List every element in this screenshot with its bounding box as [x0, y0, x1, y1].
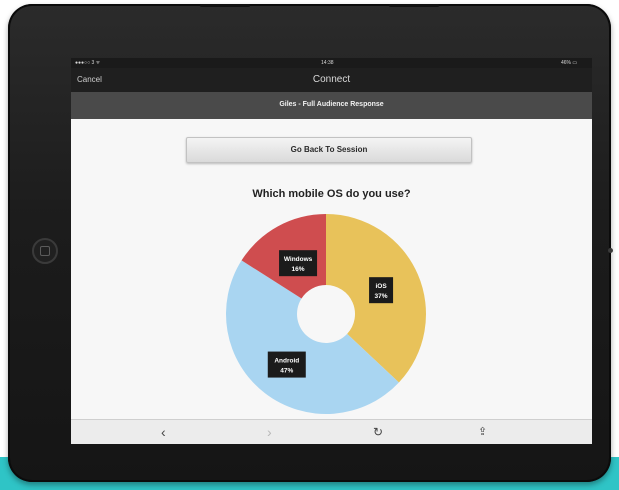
os-pie-chart: iOS 37% Android 47% Windows 16%: [226, 214, 426, 414]
navigation-bar: Cancel Connect: [71, 68, 592, 92]
power-button: [389, 4, 439, 7]
pie-label-android: Android 47%: [267, 351, 306, 378]
pie-label-value: 37%: [375, 293, 388, 300]
pie-label-ios: iOS 37%: [369, 277, 394, 304]
volume-button: [200, 4, 250, 7]
pie-label-windows: Windows 16%: [279, 250, 318, 277]
pie-label-name: Android: [274, 358, 299, 365]
status-time: 14:38: [321, 60, 334, 66]
session-title: Giles - Full Audience Response: [279, 101, 384, 108]
tablet-frame: ●●●○○ 3 ᯤ 14:38 46% ▭ Cancel Connect Gil…: [8, 4, 613, 482]
camera-icon: [608, 248, 613, 253]
share-icon[interactable]: ⇪: [478, 424, 487, 440]
refresh-icon[interactable]: ↻: [373, 424, 383, 440]
pie-label-name: iOS: [375, 283, 387, 290]
chevron-left-icon[interactable]: ‹: [161, 424, 166, 440]
main-content: Go Back To Session Which mobile OS do yo…: [71, 119, 592, 419]
home-square-icon: [40, 246, 50, 256]
pie-label-value: 47%: [280, 368, 293, 375]
home-button[interactable]: [32, 238, 58, 264]
carrier-signal: ●●●○○ 3 ᯤ: [75, 60, 101, 66]
session-header: Giles - Full Audience Response: [71, 92, 592, 119]
battery-indicator: 46% ▭: [561, 60, 578, 66]
pie-label-value: 16%: [292, 266, 305, 273]
pie-label-name: Windows: [284, 256, 313, 263]
chart-title: Which mobile OS do you use?: [252, 188, 411, 200]
status-bar: ●●●○○ 3 ᯤ 14:38 46% ▭: [71, 58, 592, 68]
browser-toolbar: ‹ › ↻ ⇪: [71, 419, 592, 444]
nav-title: Connect: [312, 74, 351, 85]
chevron-right-icon[interactable]: ›: [267, 424, 272, 440]
screen: ●●●○○ 3 ᯤ 14:38 46% ▭ Cancel Connect Gil…: [71, 58, 592, 444]
go-back-to-session-button[interactable]: Go Back To Session: [186, 137, 472, 163]
